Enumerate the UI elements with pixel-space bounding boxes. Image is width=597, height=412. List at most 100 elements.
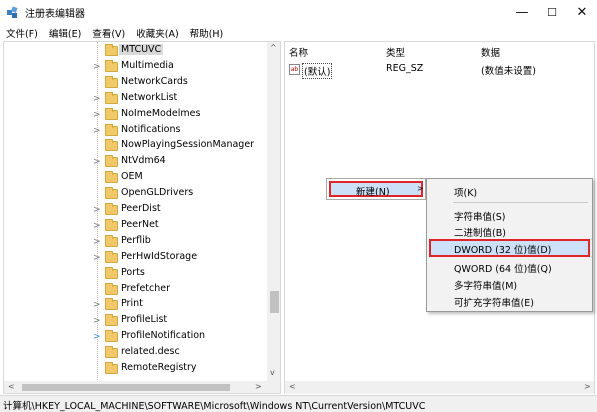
close-button[interactable]: ✕ [567,0,597,24]
tree-item[interactable]: MTCUVC [4,43,266,59]
submenu-item[interactable]: 可扩充字符串值(E) [429,292,590,310]
scroll-up-icon[interactable]: ^ [270,43,277,52]
tree-item[interactable]: > PeerNet [4,218,266,234]
tree-item-label: RemoteRegistry [121,362,197,373]
menu-favorites[interactable]: 收藏夹(A) [130,24,183,41]
tree-item[interactable]: Prefetcher [4,282,266,298]
scroll-right-icon[interactable]: > [584,382,591,391]
expand-chevron-icon[interactable]: > [93,157,101,167]
tree-item-label: PeerDist [121,203,161,214]
expand-chevron-icon[interactable] [93,189,101,199]
scroll-left-icon[interactable]: < [289,382,296,391]
expand-chevron-icon[interactable] [93,285,101,295]
tree-vertical-scrollbar[interactable]: ^ v [267,42,280,381]
scroll-down-icon[interactable]: v [270,368,275,377]
value-data: (数值未设置) [481,66,536,77]
value-row[interactable]: ab (默认) REG_SZ (数值未设置) [285,62,594,79]
folder-icon [105,250,118,263]
folder-icon [105,187,118,200]
expand-chevron-icon[interactable]: > [93,126,101,136]
expand-chevron-icon[interactable] [93,348,101,358]
tree-item[interactable]: > NtVdm64 [4,154,266,170]
submenu-item[interactable]: 项(K) [429,182,590,200]
expand-chevron-icon[interactable]: > [93,253,101,263]
folder-icon [105,266,118,279]
scroll-right-icon[interactable]: > [255,382,262,391]
tree-item-label: ProfileList [121,314,168,326]
column-header-data[interactable]: 数据 [481,45,500,59]
tree-item[interactable]: > Print [4,297,266,313]
tree-item[interactable]: RemoteRegistry [4,361,266,377]
expand-chevron-icon[interactable]: > [93,94,101,104]
tree-item[interactable]: > Multimedia [4,59,266,75]
tree-item-label: Prefetcher [121,282,171,294]
tree-item[interactable]: > ProfileList [4,313,266,329]
submenu-item[interactable]: 二进制值(B) [429,222,590,240]
menu-separator [453,202,588,203]
tree-item[interactable]: > NoImeModelmes [4,107,266,123]
expand-chevron-icon[interactable] [93,173,101,183]
expand-chevron-icon[interactable]: > [93,332,101,342]
column-header-name[interactable]: 名称 [289,45,308,59]
expand-chevron-icon[interactable] [93,364,101,374]
scroll-left-icon[interactable]: < [8,382,15,391]
title-bar: 注册表编辑器 — ☐ ✕ [0,0,597,24]
folder-icon [105,91,118,104]
minimize-button[interactable]: — [507,0,537,24]
expand-chevron-icon[interactable]: > [93,221,101,231]
expand-chevron-icon[interactable]: > [93,316,101,326]
menu-file[interactable]: 文件(F) [0,24,43,41]
menu-view[interactable]: 查看(V) [86,24,130,41]
expand-chevron-icon[interactable] [93,269,101,279]
expand-chevron-icon[interactable]: > [93,110,101,120]
expand-chevron-icon[interactable]: > [93,237,101,247]
expand-chevron-icon[interactable] [93,46,101,56]
expand-chevron-icon[interactable]: > [93,300,101,310]
submenu-item-label: 二进制值(B) [454,228,506,239]
registry-tree[interactable]: MTCUVC > Multimedia NetworkCards > NetworkLis… [3,41,281,394]
expand-chevron-icon[interactable]: > [93,62,101,72]
tree-item-label: NetworkCards [121,75,188,87]
submenu-item-label: 多字符串值(M) [454,281,518,292]
registry-editor-icon [7,6,18,18]
folder-icon [105,107,118,120]
submenu-item-label: DWORD (32 位)值(D) [454,245,552,256]
scrollbar-corner [267,381,280,393]
tree-item-label: Perflib [121,234,151,246]
submenu-item[interactable]: 多字符串值(M) [429,275,590,293]
tree-item[interactable]: OpenGLDrivers [4,186,266,202]
tree-item[interactable]: > ProfileNotification [4,329,266,345]
tree-item[interactable]: NowPlayingSessionManager [4,138,266,154]
status-bar: 计算机\HKEY_LOCAL_MACHINE\SOFTWARE\Microsof… [0,395,597,412]
menu-edit[interactable]: 编辑(E) [43,24,86,41]
tree-item[interactable]: related.desc [4,345,266,361]
tree-item[interactable]: > PerHwIdStorage [4,250,266,266]
tree-item[interactable]: > PeerDist [4,202,266,218]
submenu-item[interactable]: DWORD (32 位)值(D) [429,239,590,257]
tree-item[interactable]: OEM [4,170,266,186]
context-menu-new-item[interactable]: 新建(N) > [329,181,424,198]
tree-item-label: ProfileNotification [121,330,206,342]
submenu-item[interactable]: QWORD (64 位)值(Q) [429,258,590,276]
tree-vertical-scroll-thumb[interactable] [270,291,279,313]
tree-item[interactable]: > NetworkList [4,91,266,107]
tree-item[interactable]: Ports [4,266,266,282]
expand-chevron-icon[interactable] [93,78,101,88]
folder-icon [105,346,118,359]
folder-icon [105,171,118,184]
maximize-button[interactable]: ☐ [537,0,567,24]
folder-icon [105,139,118,152]
expand-chevron-icon[interactable] [93,141,101,151]
tree-horizontal-scroll-thumb[interactable] [22,384,230,391]
tree-item[interactable]: NetworkCards [4,75,266,91]
list-horizontal-scrollbar[interactable]: < > [285,381,594,394]
string-value-icon: ab [289,64,300,75]
column-header-type[interactable]: 类型 [386,45,405,59]
folder-icon [105,123,118,136]
tree-item[interactable]: > Perflib [4,234,266,250]
menu-help[interactable]: 帮助(H) [184,24,229,41]
tree-item[interactable]: > Notifications [4,123,266,139]
expand-chevron-icon[interactable]: > [93,205,101,215]
tree-horizontal-scrollbar[interactable]: < > [4,381,267,393]
folder-icon [105,362,118,374]
